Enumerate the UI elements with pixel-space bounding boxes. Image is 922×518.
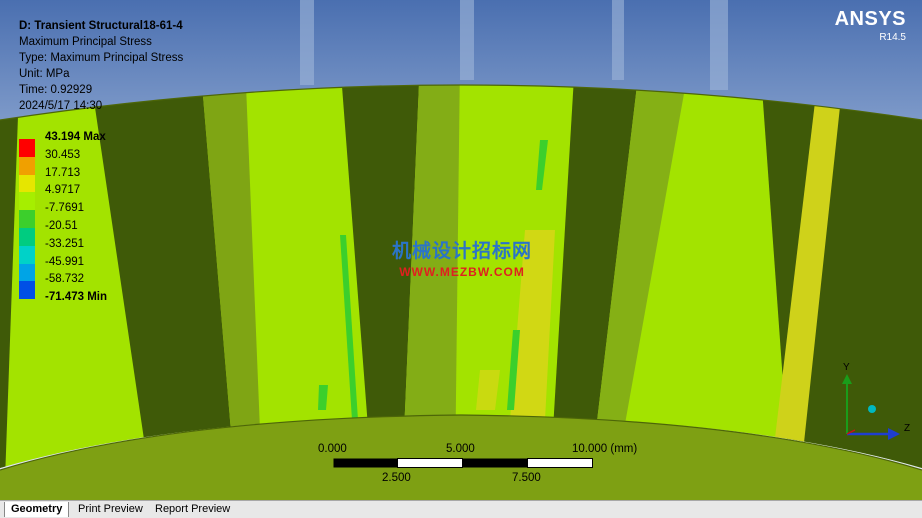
- graphics-viewport[interactable]: D: Transient Structural18-61-4 Maximum P…: [0, 0, 922, 500]
- analysis-title: D: Transient Structural18-61-4: [19, 20, 183, 32]
- watermark-url: WWW.MEZBW.COM: [399, 265, 525, 279]
- axis-y-label: Y: [843, 362, 850, 373]
- legend-item: 17.713: [19, 166, 159, 193]
- result-name: Maximum Principal Stress: [19, 36, 152, 48]
- legend-item: -45.991: [19, 255, 159, 282]
- legend-item: -20.51: [19, 220, 159, 246]
- legend-label: -20.51: [45, 220, 78, 232]
- scale-bar: 0.000 5.000 10.000 (mm) 2.500 7.500: [318, 443, 658, 489]
- result-unit: Unit: MPa: [19, 68, 70, 80]
- legend-item: -58.732: [19, 273, 159, 300]
- legend-label: 4.9717: [45, 184, 81, 197]
- legend-item: 4.9717: [19, 184, 159, 211]
- logo-brand: ANSYS: [834, 8, 906, 30]
- legend-label: -33.251: [45, 237, 85, 250]
- legend-label: 43.194 Max: [45, 131, 106, 143]
- axis-triad[interactable]: Y Z: [830, 362, 920, 452]
- axis-z-label: Z: [904, 423, 911, 434]
- result-info-panel: D: Transient Structural18-61-4 Maximum P…: [19, 18, 183, 114]
- scale-bar-graphic: [333, 458, 593, 468]
- legend-item: 43.194 Max: [19, 131, 159, 157]
- legend-label: -71.473 Min: [45, 291, 107, 304]
- scale-label-2-5: 2.500: [382, 472, 411, 484]
- watermark: 机械设计招标网 WWW.MEZBW.COM: [392, 236, 532, 279]
- legend-label: -58.732: [45, 273, 85, 286]
- axis-triad-graphic: [842, 374, 900, 440]
- result-type: Type: Maximum Principal Stress: [19, 52, 184, 64]
- scale-label-5: 5.000: [446, 443, 475, 455]
- tab-report-preview[interactable]: Report Preview: [149, 502, 236, 517]
- watermark-chinese-text: 机械设计招标网: [392, 240, 533, 262]
- legend-label: -7.7691: [45, 202, 85, 215]
- scale-label-7-5: 7.500: [512, 472, 541, 484]
- result-time: Time: 0.92929: [19, 84, 93, 96]
- legend-item: -71.473 Min: [19, 291, 159, 309]
- view-tab-bar: Geometry Print Preview Report Preview: [0, 500, 922, 518]
- legend-item: -33.251: [19, 237, 159, 264]
- legend-item: -7.7691: [19, 202, 159, 229]
- legend-item: 30.453: [19, 148, 159, 175]
- tab-print-preview[interactable]: Print Preview: [72, 502, 149, 517]
- scale-label-0: 0.000: [318, 443, 347, 455]
- background-columns: [300, 0, 728, 90]
- legend-label: -45.991: [45, 255, 85, 268]
- scale-label-10: 10.000 (mm): [572, 443, 638, 455]
- legend-label: 30.453: [45, 148, 81, 161]
- legend-label: 17.713: [45, 166, 81, 179]
- logo-version: R14.5: [879, 32, 906, 43]
- result-date: 2024/5/17 14:30: [19, 100, 103, 112]
- ansys-logo: ANSYS R14.5: [835, 8, 906, 43]
- tab-geometry[interactable]: Geometry: [4, 502, 70, 517]
